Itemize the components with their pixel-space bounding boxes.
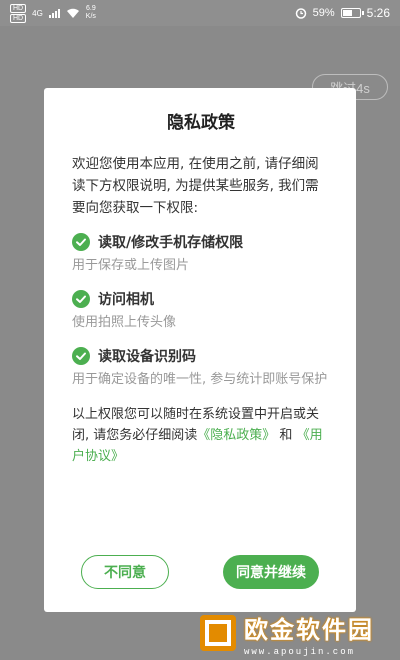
watermark-url: www.apoujin.com [244,646,356,657]
and-text: 和 [279,428,293,443]
status-bar-left: HD HD 4G 6.9 K/s [10,3,96,23]
battery-percent: 59% [312,7,335,19]
permission-item-camera: 访问相机 使用拍照上传头像 [72,289,330,333]
permission-header: 读取/修改手机存储权限 [72,232,330,252]
status-bar: HD HD 4G 6.9 K/s 59% 5:26 [0,0,400,26]
permission-item-device-id: 读取设备识别码 用于确定设备的唯一性, 参与统计即账号保护 [72,346,330,390]
permission-title: 读取/修改手机存储权限 [98,235,244,251]
dialog-title: 隐私政策 [167,113,235,133]
watermark-text: 欧金软件园 www.apoujin.com [244,610,374,657]
permission-desc: 使用拍照上传头像 [72,315,177,330]
status-bar-right: 59% 5:26 [295,6,390,20]
signal-icon [48,8,60,18]
battery-icon [340,8,364,18]
speed-value: 6.9 [85,5,96,12]
permission-desc: 用于确定设备的唯一性, 参与统计即账号保护 [72,372,328,387]
battery-fill [342,10,353,16]
check-circle-icon [72,347,90,365]
permission-title: 访问相机 [98,292,154,308]
permission-desc: 用于保存或上传图片 [72,258,190,273]
wifi-icon [66,8,79,18]
dialog-actions: 不同意 同意并继续 [44,555,356,589]
network-type: 4G [32,8,43,18]
dialog-intro: 欢迎您使用本应用, 在使用之前, 请仔细阅读下方权限说明, 为提供某些服务, 我… [72,156,319,216]
decline-button[interactable]: 不同意 [81,555,169,589]
check-circle-icon [72,233,90,251]
privacy-dialog: 隐私政策 欢迎您使用本应用, 在使用之前, 请仔细阅读下方权限说明, 为提供某些… [44,88,356,612]
permission-header: 读取设备识别码 [72,346,330,366]
sim-indicators: HD HD [10,3,27,23]
watermark: 欧金软件园 www.apoujin.com [198,606,398,660]
alarm-clock-icon [295,8,306,19]
permission-title: 读取设备识别码 [98,349,196,365]
permission-item-storage: 读取/修改手机存储权限 用于保存或上传图片 [72,232,330,276]
clock: 5:26 [366,6,390,20]
speed-unit: K/s [85,13,96,20]
dialog-outro: 以上权限您可以随时在系统设置中开启或关闭, 请您务必仔细阅读《隐私政策》 和 《… [72,404,330,467]
sim1-badge: HD [10,3,27,13]
sim2-badge: HD [10,13,27,23]
watermark-logo-icon [198,613,238,653]
accept-button[interactable]: 同意并继续 [223,555,319,589]
watermark-name: 欧金软件园 [244,615,374,644]
check-circle-icon [72,290,90,308]
permission-header: 访问相机 [72,289,330,309]
privacy-policy-link[interactable]: 《隐私政策》 [197,428,275,443]
network-speed: 6.9 K/s [86,5,96,21]
